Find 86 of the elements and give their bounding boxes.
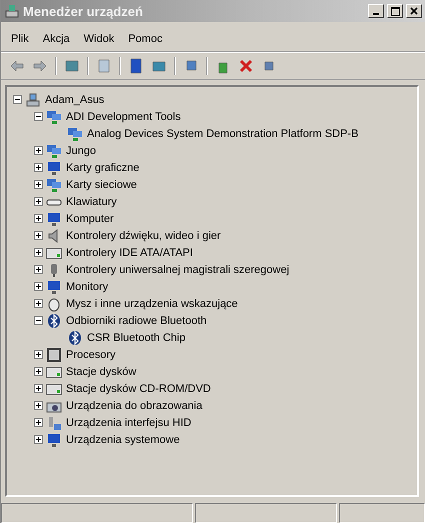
plus-icon <box>35 436 42 443</box>
tree-item[interactable]: Stacje dysków CD-ROM/DVD <box>65 382 212 394</box>
plus-icon <box>35 368 42 375</box>
expand-toggle[interactable] <box>34 265 43 274</box>
network-icon <box>46 176 62 192</box>
tree-item[interactable]: Urządzenia interfejsu HID <box>65 416 192 428</box>
menu-item[interactable]: Plik <box>5 31 35 47</box>
processor-icon <box>46 346 62 362</box>
back-arrow-icon <box>9 58 25 74</box>
window-title: Menedżer urządzeń <box>23 4 144 18</box>
close-icon <box>410 7 418 15</box>
expand-toggle[interactable] <box>34 401 43 410</box>
monitor-icon <box>46 432 62 448</box>
plus-icon <box>35 181 42 188</box>
minus-icon <box>14 96 21 103</box>
tree-item[interactable]: Karty sieciowe <box>65 178 138 190</box>
network-icon <box>46 142 62 158</box>
plus-icon <box>35 215 42 222</box>
tree-item[interactable]: Komputer <box>65 212 115 224</box>
tree-item[interactable]: CSR Bluetooth Chip <box>86 332 186 344</box>
expand-toggle[interactable] <box>13 95 22 104</box>
expand-toggle[interactable] <box>34 316 43 325</box>
expand-toggle[interactable] <box>34 299 43 308</box>
maximize-icon <box>390 6 400 16</box>
tree-item[interactable]: Procesory <box>65 348 117 360</box>
plus-icon <box>35 419 42 426</box>
expand-toggle[interactable] <box>34 435 43 444</box>
plus-icon <box>35 198 42 205</box>
expand-toggle[interactable] <box>34 231 43 240</box>
tree-item[interactable]: Karty graficzne <box>65 162 140 174</box>
plus-icon <box>35 283 42 290</box>
tree-item[interactable]: Odbiorniki radiowe Bluetooth <box>65 314 208 326</box>
tree-item[interactable]: Kontrolery uniwersalnej magistrali szeregowej <box>65 264 290 276</box>
bluetooth-icon <box>67 330 83 346</box>
forward-arrow-icon <box>32 58 48 74</box>
expand-toggle[interactable] <box>34 384 43 393</box>
tree-item[interactable]: ADI Development Tools <box>65 110 182 122</box>
monitor-icon <box>46 210 62 226</box>
network-icon <box>67 126 83 142</box>
expand-toggle[interactable] <box>34 248 43 257</box>
tree-item[interactable]: Klawiatury <box>65 196 118 208</box>
monitor-icon <box>46 278 62 294</box>
tree-item[interactable]: Kontrolery IDE ATA/ATAPI <box>65 246 194 258</box>
minus-icon <box>35 317 42 324</box>
expand-toggle[interactable] <box>34 282 43 291</box>
plus-icon <box>35 249 42 256</box>
computer-icon <box>25 92 41 108</box>
expand-toggle[interactable] <box>34 350 43 359</box>
tree-item[interactable]: Urządzenia do obrazowania <box>65 400 204 412</box>
plus-icon <box>35 351 42 358</box>
minimize-button[interactable] <box>368 4 384 18</box>
mouse-icon <box>46 296 62 312</box>
computer-icon <box>4 3 20 19</box>
tree-item[interactable]: Kontrolery dźwięku, wideo i gier <box>65 230 222 242</box>
close-button[interactable] <box>406 4 422 18</box>
plus-icon <box>35 147 42 154</box>
maximize-button[interactable] <box>387 4 403 18</box>
expand-toggle[interactable] <box>34 163 43 172</box>
expand-toggle[interactable] <box>34 112 43 121</box>
plus-icon <box>35 385 42 392</box>
expand-toggle[interactable] <box>34 367 43 376</box>
expand-toggle[interactable] <box>34 214 43 223</box>
tree-item[interactable]: Jungo <box>65 144 97 156</box>
expand-toggle[interactable] <box>34 180 43 189</box>
minus-icon <box>35 113 42 120</box>
expand-toggle[interactable] <box>34 197 43 206</box>
plus-icon <box>35 402 42 409</box>
tree-item[interactable]: Stacje dysków <box>65 366 138 378</box>
uninstall-icon <box>238 58 254 74</box>
tree-item[interactable]: Monitory <box>65 280 110 292</box>
expand-toggle[interactable] <box>34 146 43 155</box>
menu-item[interactable]: Akcja <box>36 31 76 47</box>
tree-item[interactable]: Adam_Asus <box>44 94 106 106</box>
plus-icon <box>35 300 42 307</box>
network-icon <box>46 108 62 124</box>
plus-icon <box>35 266 42 273</box>
plus-icon <box>35 232 42 239</box>
monitor-icon <box>46 160 62 176</box>
plus-icon <box>35 164 42 171</box>
tree-item[interactable]: Mysz i inne urządzenia wskazujące <box>65 298 239 310</box>
tree-item[interactable]: Urządzenia systemowe <box>65 434 181 446</box>
bluetooth-icon <box>46 312 62 328</box>
menu-item[interactable]: Widok <box>78 31 120 47</box>
menu-item[interactable]: Pomoc <box>122 31 168 47</box>
expand-toggle[interactable] <box>34 418 43 427</box>
tree-item[interactable]: Analog Devices System Demonstration Platform SDP-B <box>86 128 360 140</box>
